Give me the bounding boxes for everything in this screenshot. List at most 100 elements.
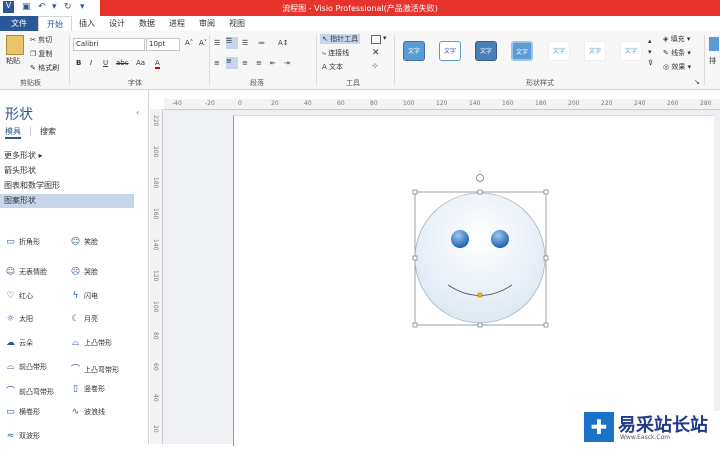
heart-icon: ♡ [6,291,15,301]
shape-neutral-face[interactable]: ☺ 无表情脸 [5,267,47,277]
more-shapes-menu[interactable]: 更多形状 ▸ [4,150,43,161]
connection-point-icon[interactable]: ⊹ [372,62,378,70]
ruler-tick-label: 160 [502,100,514,107]
align-bottom-icon[interactable]: ☰ [242,39,248,47]
smiley-face [414,192,546,324]
font-size-select[interactable]: 10pt [146,38,180,51]
line-icon: ✎ [663,49,672,57]
shape-ribbon-front[interactable]: ⌓ 前凸带形 [5,362,47,372]
ruler-tick-label: 60 [337,100,345,107]
change-case-button[interactable]: Aa [136,59,145,67]
shape-sun[interactable]: ☼ 太阳 [5,314,33,324]
watermark-subtext: Www.Easck.Com [620,434,671,441]
tab-insert[interactable]: 插入 [76,16,98,31]
stencil-arrows[interactable]: 箭头形状 [4,165,36,176]
moon-icon: ☾ [71,314,80,324]
decrease-indent-icon[interactable]: ⇤ [270,59,276,67]
align-left-icon[interactable]: ≡ [214,59,220,67]
shrink-font-icon[interactable]: A˅ [199,39,207,47]
tab-design[interactable]: 设计 [106,16,128,31]
chevron-down-icon[interactable]: ▾ [383,34,387,42]
shape-sad-face[interactable]: ☹ 哭脸 [70,267,98,277]
brush-icon: ✎ [30,64,39,72]
smiley-shape-svg[interactable] [234,116,714,446]
paste-icon[interactable] [6,35,24,55]
divider [209,35,210,85]
bullets-icon[interactable]: ≔ [258,39,265,47]
shape-wave[interactable]: ∿ 波浪线 [70,407,105,417]
ruler-tick-label: 100 [403,100,415,107]
format-painter-button[interactable]: ✎ 格式刷 [30,63,59,73]
close-icon[interactable]: ✕ [372,48,380,58]
shape-style-1[interactable]: 文字 [403,41,425,61]
shape-curved-ribbon-front[interactable]: ⌒ 前凸弯带形 [5,384,54,397]
drawing-canvas[interactable] [163,110,720,446]
drawing-page[interactable] [233,115,714,446]
line-button[interactable]: ✎ 线条 ▾ [663,48,691,58]
align-middle-icon[interactable]: ☰ [226,37,238,49]
tab-file[interactable]: 文件 [0,16,38,31]
increase-indent-icon[interactable]: ⇥ [284,59,290,67]
shape-ribbon-up[interactable]: ⌓ 上凸带形 [70,338,112,348]
shape-style-7[interactable]: 文字 [620,41,642,61]
pointer-tool-button[interactable]: ↖ 指针工具 [320,34,361,44]
stencil-charts-math[interactable]: 图表和数学图形 [4,180,60,191]
shape-heart[interactable]: ♡ 红心 [5,291,33,301]
shape-style-6[interactable]: 文字 [584,41,606,61]
ribbon: 粘贴 ✂ 剪切 ❐ 复制 ✎ 格式刷 剪贴板 Calibri 10pt A˄ A… [0,31,720,90]
shape-lightning[interactable]: ϟ 闪电 [70,291,98,301]
grow-font-icon[interactable]: A˄ [185,39,193,47]
tab-search[interactable]: 搜索 [40,126,56,137]
font-color-button[interactable]: A [155,59,160,69]
more-styles-icon[interactable]: ⊽ [648,59,653,67]
clipboard-group-label: 剪贴板 [20,79,41,87]
dialog-launcher-icon[interactable]: ↘ [694,78,700,86]
divider [316,35,317,85]
strikethrough-button[interactable]: abc [116,59,129,67]
tab-process[interactable]: 进程 [166,16,188,31]
paste-button[interactable]: 粘贴 [6,56,20,66]
stencil-pattern-shapes[interactable]: 图案形状 [4,195,36,206]
tab-home[interactable]: 开始 [38,16,72,32]
shape-style-3[interactable]: 文字 [475,41,497,61]
ruler-tick-label: 200 [568,100,580,107]
tab-stencils[interactable]: 模具 [5,126,21,139]
underline-button[interactable]: U [103,59,108,67]
connector-button[interactable]: ⤷ 连接线 [322,48,349,58]
align-center-icon[interactable]: ≡ [226,57,238,69]
shape-smiley[interactable]: ☺ 笑脸 [70,237,98,247]
shape-vertical-scroll[interactable]: ▯ 竖卷形 [70,384,105,394]
shape-curved-ribbon-up[interactable]: ⌒ 上凸弯带形 [70,362,119,375]
shape-double-wave[interactable]: ≈ 双波形 [5,431,40,441]
justify-icon[interactable]: ≡ [256,59,262,67]
font-name-select[interactable]: Calibri [73,38,145,51]
shape-style-5[interactable]: 文字 [548,41,570,61]
align-top-icon[interactable]: ☰ [214,39,220,47]
scroll-up-icon[interactable]: ▴ [648,37,652,45]
scroll-down-icon[interactable]: ▾ [648,48,652,56]
ribbon-up-icon: ⌓ [71,338,80,348]
bold-button[interactable]: B [76,59,81,67]
arrange-button[interactable]: 排 [709,56,716,66]
tab-review[interactable]: 审阅 [196,16,218,31]
shape-style-2[interactable]: 文字 [439,41,461,61]
text-direction-icon[interactable]: A↕ [278,39,289,47]
shape-moon[interactable]: ☾ 月亮 [70,314,98,324]
arrange-icon[interactable] [709,37,719,51]
cut-button[interactable]: ✂ 剪切 [30,35,52,45]
tab-view[interactable]: 视图 [226,16,248,31]
tab-data[interactable]: 数据 [136,16,158,31]
shape-horizontal-scroll[interactable]: ▭ 横卷形 [5,407,40,417]
rectangle-icon[interactable] [371,35,381,44]
text-tool-button[interactable]: A 文本 [322,62,343,72]
align-right-icon[interactable]: ≡ [242,59,248,67]
italic-button[interactable]: I [90,59,92,67]
copy-button[interactable]: ❐ 复制 [30,49,53,59]
effect-button[interactable]: ◎ 效果 ▾ [663,62,691,72]
ruler-tick-label: 180 [535,100,547,107]
shape-cloud[interactable]: ☁ 云朵 [5,338,33,348]
fill-button[interactable]: ◈ 填充 ▾ [663,34,690,44]
collapse-pane-icon[interactable]: ‹ [136,108,139,117]
shape-folded-corner[interactable]: ▭ 折角形 [5,237,40,247]
shape-style-4[interactable]: 文字 [511,41,533,61]
